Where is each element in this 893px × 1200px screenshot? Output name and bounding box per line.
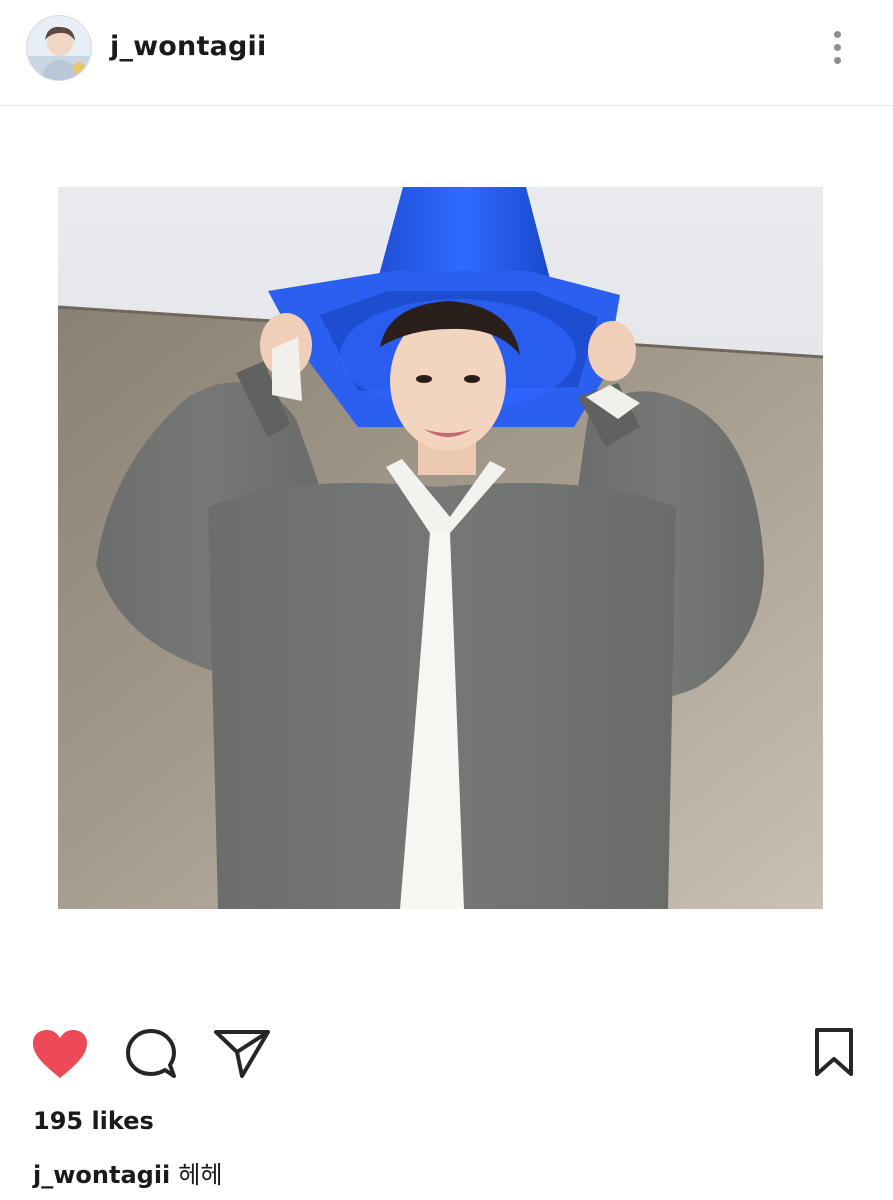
caption-text: 헤헤 bbox=[178, 1161, 223, 1189]
photo-image bbox=[58, 187, 823, 909]
post-header: j_wontagii bbox=[0, 0, 893, 106]
caption-username[interactable]: j_wontagii bbox=[33, 1161, 170, 1189]
post-photo[interactable] bbox=[58, 187, 823, 909]
post-caption: j_wontagii 헤헤 bbox=[33, 1155, 222, 1190]
bookmark-icon[interactable] bbox=[812, 1026, 856, 1078]
more-options-button[interactable] bbox=[822, 28, 852, 68]
paper-plane-icon[interactable] bbox=[212, 1028, 272, 1080]
header-username[interactable]: j_wontagii bbox=[110, 31, 266, 62]
heart-icon[interactable] bbox=[31, 1028, 89, 1080]
post-actions-bar bbox=[0, 1020, 893, 1090]
profile-avatar[interactable] bbox=[26, 15, 92, 81]
vertical-dots-icon bbox=[834, 31, 841, 38]
likes-count[interactable]: 195 likes bbox=[33, 1107, 154, 1135]
comment-bubble-icon[interactable] bbox=[124, 1027, 180, 1081]
avatar-image bbox=[27, 16, 91, 80]
